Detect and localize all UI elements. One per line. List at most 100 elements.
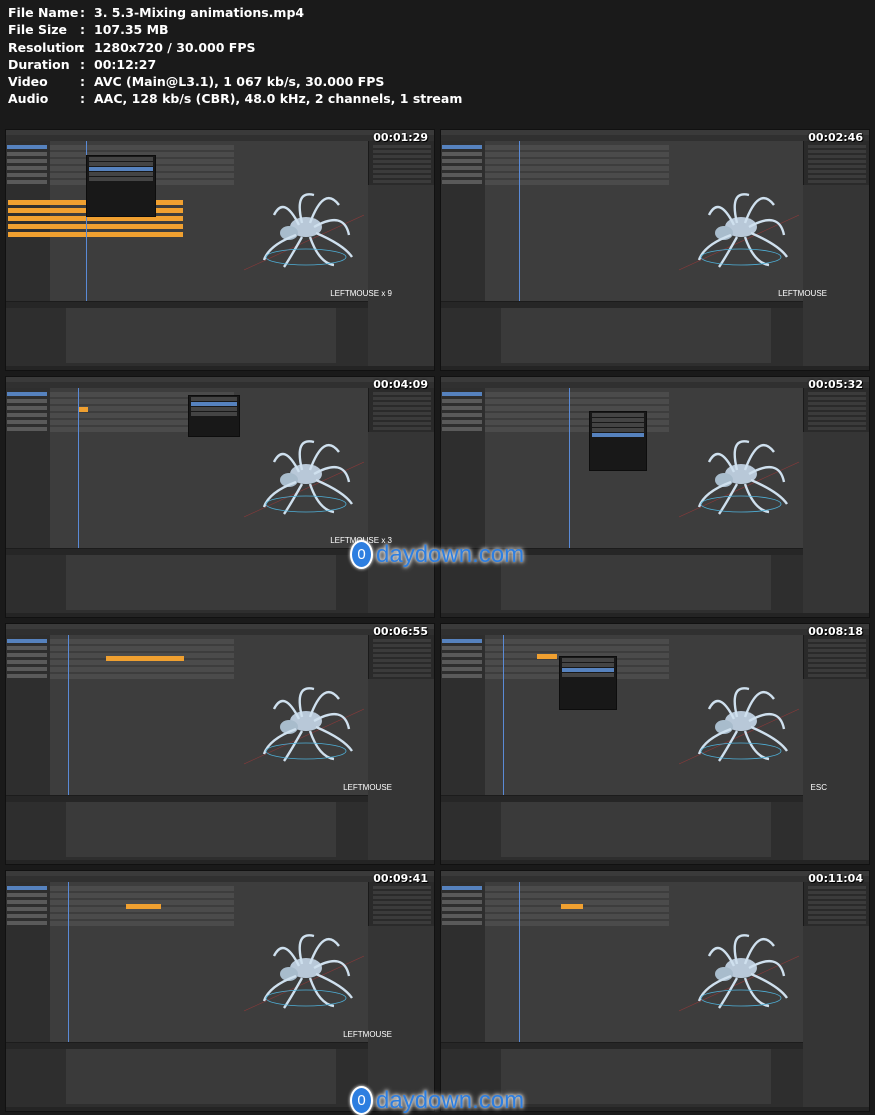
track-item[interactable]	[442, 921, 482, 925]
outliner-row[interactable]	[373, 654, 431, 657]
outliner-row[interactable]	[808, 891, 866, 894]
track-item[interactable]	[7, 166, 47, 170]
graph-area[interactable]	[501, 802, 771, 857]
outliner-row[interactable]	[808, 921, 866, 924]
track-item[interactable]	[7, 145, 47, 149]
action-strip[interactable]	[8, 232, 183, 237]
outliner-row[interactable]	[808, 412, 866, 415]
track-item[interactable]	[7, 152, 47, 156]
outliner-row[interactable]	[808, 659, 866, 662]
menu-item[interactable]	[89, 167, 153, 171]
outliner-row[interactable]	[373, 906, 431, 909]
action-strip[interactable]	[106, 656, 184, 661]
track-item[interactable]	[7, 427, 47, 431]
menu-item[interactable]	[89, 157, 153, 161]
action-strip[interactable]	[78, 407, 88, 412]
track-item[interactable]	[442, 914, 482, 918]
action-strip[interactable]	[126, 904, 161, 909]
outliner-row[interactable]	[373, 392, 431, 395]
graph-area[interactable]	[501, 555, 771, 610]
playhead[interactable]	[503, 635, 504, 795]
track-item[interactable]	[442, 180, 482, 184]
track-item[interactable]	[7, 646, 47, 650]
track-item[interactable]	[442, 907, 482, 911]
outliner-row[interactable]	[808, 397, 866, 400]
outliner-row[interactable]	[373, 891, 431, 894]
track-item[interactable]	[442, 145, 482, 149]
outliner-row[interactable]	[373, 160, 431, 163]
track-item[interactable]	[7, 413, 47, 417]
menu-item[interactable]	[562, 663, 614, 667]
outliner-row[interactable]	[373, 145, 431, 148]
graph-area[interactable]	[66, 802, 336, 857]
outliner-row[interactable]	[373, 155, 431, 158]
outliner-row[interactable]	[808, 901, 866, 904]
outliner-row[interactable]	[808, 916, 866, 919]
track-item[interactable]	[7, 893, 47, 897]
menu-item[interactable]	[592, 433, 644, 437]
outliner-row[interactable]	[808, 422, 866, 425]
outliner-row[interactable]	[373, 649, 431, 652]
outliner-row[interactable]	[808, 160, 866, 163]
outliner-row[interactable]	[373, 901, 431, 904]
menu-item[interactable]	[592, 413, 644, 417]
outliner-row[interactable]	[808, 906, 866, 909]
outliner-row[interactable]	[373, 669, 431, 672]
action-strip[interactable]	[8, 224, 183, 229]
outliner-row[interactable]	[808, 407, 866, 410]
menu-item[interactable]	[89, 177, 153, 181]
menu-item[interactable]	[191, 407, 237, 411]
track-item[interactable]	[7, 406, 47, 410]
track-item[interactable]	[7, 159, 47, 163]
graph-area[interactable]	[501, 1049, 771, 1104]
track-item[interactable]	[7, 399, 47, 403]
outliner-row[interactable]	[808, 175, 866, 178]
outliner-row[interactable]	[808, 155, 866, 158]
track-item[interactable]	[7, 907, 47, 911]
menu-item[interactable]	[562, 658, 614, 662]
outliner-row[interactable]	[373, 180, 431, 183]
graph-area[interactable]	[501, 308, 771, 363]
menu-item[interactable]	[89, 172, 153, 176]
outliner-row[interactable]	[373, 175, 431, 178]
menu-item[interactable]	[592, 418, 644, 422]
outliner-row[interactable]	[808, 664, 866, 667]
outliner-row[interactable]	[373, 674, 431, 677]
outliner-row[interactable]	[808, 644, 866, 647]
outliner-row[interactable]	[808, 669, 866, 672]
playhead[interactable]	[78, 388, 79, 548]
track-item[interactable]	[442, 900, 482, 904]
outliner-row[interactable]	[808, 427, 866, 430]
outliner-row[interactable]	[373, 165, 431, 168]
action-strip[interactable]	[537, 654, 557, 659]
outliner-row[interactable]	[373, 422, 431, 425]
track-item[interactable]	[442, 392, 482, 396]
track-item[interactable]	[442, 399, 482, 403]
outliner-row[interactable]	[373, 664, 431, 667]
track-item[interactable]	[442, 166, 482, 170]
graph-area[interactable]	[66, 308, 336, 363]
track-item[interactable]	[7, 420, 47, 424]
track-item[interactable]	[442, 159, 482, 163]
outliner-row[interactable]	[373, 921, 431, 924]
outliner-row[interactable]	[373, 170, 431, 173]
menu-item[interactable]	[562, 673, 614, 677]
track-item[interactable]	[442, 893, 482, 897]
outliner-row[interactable]	[808, 639, 866, 642]
track-item[interactable]	[442, 173, 482, 177]
track-item[interactable]	[7, 392, 47, 396]
track-item[interactable]	[7, 667, 47, 671]
outliner-row[interactable]	[373, 412, 431, 415]
action-strip[interactable]	[561, 904, 583, 909]
track-item[interactable]	[7, 886, 47, 890]
graph-area[interactable]	[66, 1049, 336, 1104]
track-item[interactable]	[7, 173, 47, 177]
track-item[interactable]	[7, 900, 47, 904]
track-item[interactable]	[442, 420, 482, 424]
track-item[interactable]	[442, 660, 482, 664]
playhead[interactable]	[68, 882, 69, 1042]
outliner-row[interactable]	[808, 911, 866, 914]
outliner-row[interactable]	[808, 886, 866, 889]
menu-item[interactable]	[89, 162, 153, 166]
track-item[interactable]	[7, 639, 47, 643]
